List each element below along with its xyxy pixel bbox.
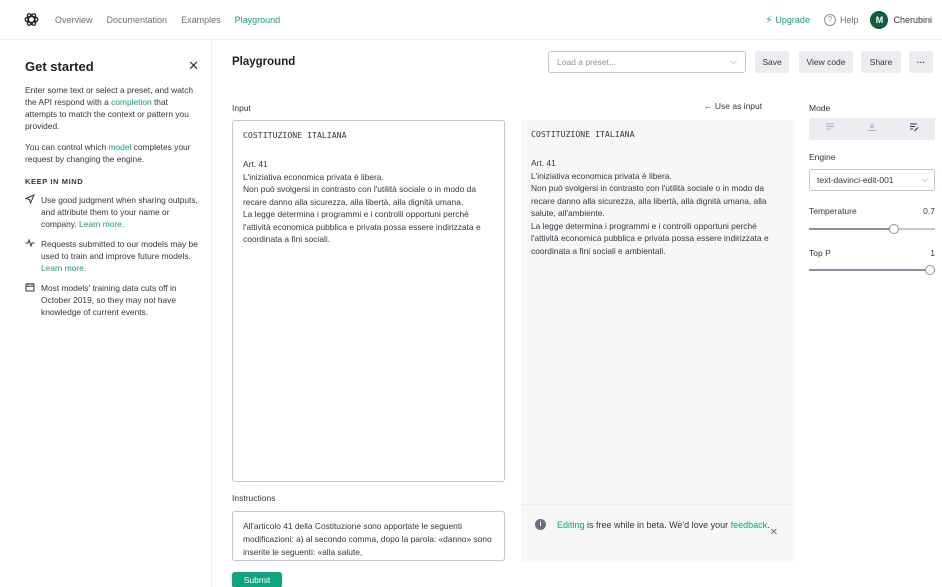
help-label: Help: [839, 15, 859, 25]
input-textarea[interactable]: COSTITUZIONE ITALIANA Art. 41 L'iniziati…: [232, 120, 505, 482]
mode-selector: [809, 118, 935, 140]
top-p-slider-handle[interactable]: [925, 265, 935, 275]
output-line: Art. 41: [531, 158, 556, 168]
instructions-textarea[interactable]: All'articolo 41 della Costituzione sono …: [232, 511, 505, 561]
input-line: Non può svolgersi in contrasto con l'uti…: [243, 184, 476, 207]
nav-link-playground[interactable]: Playground: [235, 15, 281, 25]
beta-body: is free while in beta. We'd love your: [584, 520, 731, 530]
use-as-input-button[interactable]: ← Use as input: [704, 101, 762, 111]
chevron-down-icon: ⌵: [921, 174, 928, 184]
nav-link-documentation[interactable]: Documentation: [107, 15, 168, 25]
instructions-text: All'articolo 41 della Costituzione sono …: [243, 521, 492, 557]
temperature-slider-handle[interactable]: [889, 224, 899, 234]
instructions-label: Instructions: [232, 493, 276, 503]
preset-placeholder: Load a preset...: [557, 57, 617, 67]
output-doc-title: COSTITUZIONE ITALIANA: [531, 129, 635, 139]
avatar: M: [870, 11, 889, 29]
view-code-button[interactable]: View code: [799, 51, 853, 73]
top-p-slider[interactable]: [809, 265, 935, 275]
feedback-link[interactable]: feedback: [731, 520, 768, 530]
output-panel[interactable]: COSTITUZIONE ITALIANA Art. 41 L'iniziati…: [521, 120, 794, 504]
mode-label: Mode: [809, 103, 831, 113]
close-icon[interactable]: ✕: [770, 527, 778, 538]
tip-item: Use good judgment when sharing outputs, …: [24, 194, 199, 230]
calendar-icon: [25, 282, 41, 318]
page-title: Playground: [232, 56, 296, 68]
temperature-label: Temperature: [809, 206, 857, 216]
temperature-slider-fill: [809, 228, 894, 230]
openai-logo-icon[interactable]: [23, 11, 40, 28]
chevron-down-icon: ⌵: [730, 56, 737, 66]
input-label: Input: [232, 103, 251, 113]
nav-links: Overview Documentation Examples Playgrou…: [55, 0, 294, 40]
insert-icon[interactable]: [851, 118, 893, 140]
tip-item: Requests submitted to our models may be …: [25, 238, 199, 274]
engine-select[interactable]: text-davinci-edit-001 ⌵: [809, 169, 935, 191]
keep-in-mind-heading: KEEP IN MIND: [25, 177, 84, 186]
control-text-pre: You can control which: [25, 142, 109, 152]
edit-icon[interactable]: [893, 118, 935, 140]
editing-link[interactable]: Editing: [557, 520, 585, 530]
learn-more-link[interactable]: Learn more.: [41, 263, 86, 273]
input-line: L'iniziativa economica privata è libera.: [243, 171, 384, 182]
top-nav: Overview Documentation Examples Playgrou…: [0, 0, 942, 40]
tip-text: Most models' training data cuts off in O…: [41, 283, 177, 317]
top-p-value: 1: [930, 248, 935, 258]
user-menu[interactable]: M Cherubini: [870, 11, 932, 29]
input-doc-title: COSTITUZIONE ITALIANA: [243, 130, 347, 140]
temperature-value: 0.7: [923, 206, 935, 216]
sidebar-intro: Enter some text or select a preset, and …: [25, 84, 199, 132]
output-line: La legge determina i programmi e i contr…: [531, 220, 769, 256]
beta-text: Editing is free while in beta. We'd love…: [557, 518, 772, 562]
learn-more-link[interactable]: Learn more.: [79, 219, 124, 229]
help-icon: ?: [823, 14, 836, 26]
close-icon[interactable]: ✕: [188, 58, 199, 74]
top-p-slider-fill: [809, 269, 930, 271]
nav-right: ⚡︎ Upgrade ? Help M Cherubini: [765, 0, 932, 40]
model-link[interactable]: model: [109, 142, 132, 152]
upgrade-link[interactable]: ⚡︎ Upgrade: [765, 15, 810, 26]
output-line: Non può svolgersi in contrasto con l'uti…: [531, 183, 767, 218]
temperature-row: Temperature 0.7: [809, 206, 935, 216]
input-line: Art. 41: [243, 159, 268, 169]
beta-notice: i Editing is free while in beta. We'd lo…: [521, 504, 794, 562]
info-icon: i: [535, 519, 546, 530]
output-line: L'iniziativa economica privata è libera.: [531, 170, 672, 181]
bolt-icon: ⚡︎: [765, 14, 773, 26]
send-icon: [24, 194, 41, 230]
activity-icon: [25, 238, 41, 274]
engine-value: text-davinci-edit-001: [817, 175, 894, 185]
share-button[interactable]: Share: [861, 51, 901, 73]
submit-button[interactable]: Submit: [232, 572, 282, 587]
sidebar-control-text: You can control which model completes yo…: [25, 141, 199, 165]
upgrade-label: Upgrade: [775, 15, 810, 25]
tip-text: Use good judgment when sharing outputs, …: [41, 194, 199, 230]
complete-icon[interactable]: [809, 118, 851, 140]
tip-text: Requests submitted to our models may be …: [41, 238, 199, 274]
top-p-label: Top P: [809, 248, 831, 258]
sidebar-title: Get started: [25, 58, 94, 74]
get-started-panel: Get started ✕ Enter some text or select …: [0, 41, 212, 587]
preset-select[interactable]: Load a preset... ⌵: [548, 51, 746, 73]
engine-label: Engine: [809, 152, 836, 162]
top-p-row: Top P 1: [809, 248, 935, 258]
nav-link-overview[interactable]: Overview: [55, 15, 93, 25]
input-line: La legge determina i programmi e i contr…: [243, 209, 481, 244]
temperature-slider[interactable]: [809, 224, 935, 234]
sidebar-header: Get started ✕: [25, 58, 199, 74]
tip-body: Requests submitted to our models may be …: [41, 239, 198, 261]
help-link[interactable]: ? Help: [823, 14, 859, 26]
more-button[interactable]: ···: [909, 51, 933, 73]
save-button[interactable]: Save: [755, 51, 789, 73]
completion-link[interactable]: completion: [111, 97, 152, 107]
tip-item: Most models' training data cuts off in O…: [25, 282, 199, 318]
user-name: Cherubini: [893, 15, 932, 25]
nav-link-examples[interactable]: Examples: [181, 15, 221, 25]
